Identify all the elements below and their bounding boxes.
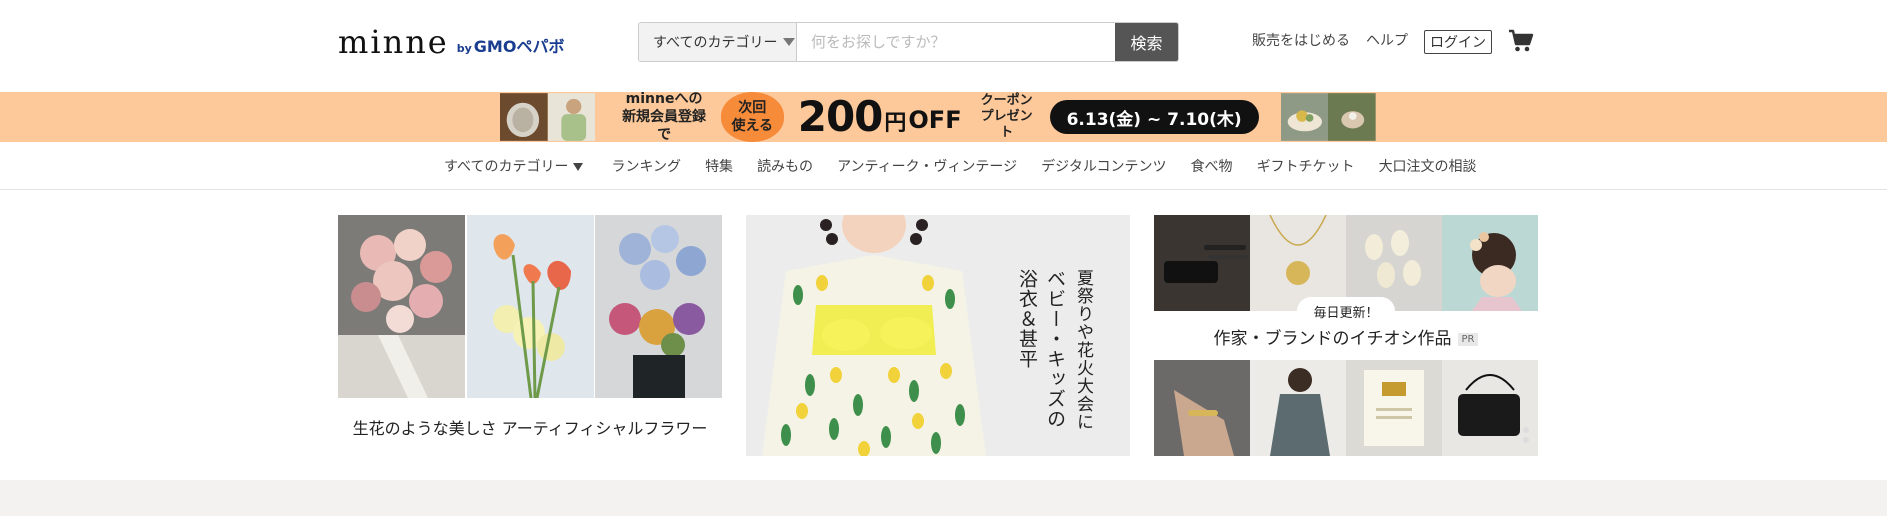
caret-down-icon — [573, 163, 584, 171]
category-nav-features[interactable]: 特集 — [705, 156, 733, 176]
category-nav-bulk-order[interactable]: 大口注文の相談 — [1379, 156, 1477, 176]
promo-signup-text: minneへの 新規会員登録で — [617, 90, 710, 144]
feature-yukata-line2: ベビー・キッズの — [1044, 269, 1066, 429]
promo-coupon-line2: プレゼント — [980, 109, 1033, 140]
promo-banner[interactable]: minneへの 新規会員登録で 次回 使える 200 円 OFF クーポン プレ… — [0, 90, 1887, 144]
promo-photo-glass — [500, 93, 548, 141]
promo-circle-line2: 使える — [731, 118, 774, 134]
search-input[interactable] — [797, 23, 1115, 61]
promo-dates: 6.13(金) ~ 7.10(木) — [1049, 100, 1259, 134]
feature-card-artificial-flowers[interactable]: 生花のような美しさ アーティフィシャルフラワー — [338, 215, 722, 456]
promo-coupon-text: クーポン プレゼント — [976, 93, 1038, 141]
creator-picks-title: 作家・ブランドのイチオシ作品 PR — [1154, 324, 1538, 349]
pick-pen-case-image — [1154, 215, 1250, 311]
creator-picks-title-text: 作家・ブランドのイチオシ作品 — [1213, 329, 1452, 349]
promo-next-use-badge: 次回 使える — [720, 92, 784, 142]
start-selling-link[interactable]: 販売をはじめる — [1252, 30, 1350, 50]
minne-logo[interactable]: minne by GMOペパボ — [338, 26, 564, 58]
category-nav-food[interactable]: 食べ物 — [1191, 156, 1233, 176]
pick-hair-accessory-image — [1442, 215, 1538, 311]
category-nav-items: すべてのカテゴリー ランキング 特集 読みもの アンティーク・ヴィンテージ デジ… — [444, 142, 1477, 190]
search-button[interactable]: 検索 — [1115, 23, 1178, 61]
search-bar: すべてのカテゴリー 検索 — [638, 22, 1179, 62]
pick-certificate-image — [1346, 360, 1442, 456]
chevron-down-icon — [783, 38, 796, 46]
promo-banner-content: minneへの 新規会員登録で 次回 使える 200 円 OFF クーポン プレ… — [500, 90, 1376, 144]
promo-amount: 200 — [797, 92, 884, 141]
cart-icon[interactable] — [1508, 28, 1534, 54]
promo-line1: minneへの — [625, 91, 703, 107]
promo-photo-person — [547, 93, 596, 141]
orchid-arrangement-image — [595, 215, 722, 398]
category-nav-all-label: すべてのカテゴリー — [444, 159, 569, 175]
feature-yukata-line3: 浴衣＆甚平 — [1016, 269, 1038, 369]
feature-card-creator-picks[interactable]: 毎日更新！ 作家・ブランドのイチオシ作品 PR — [1154, 215, 1538, 456]
flower-bouquet-image — [338, 215, 465, 398]
logo-wordmark: minne — [338, 23, 449, 61]
pick-bag-image — [1442, 360, 1538, 456]
feature-card-kids-yukata[interactable]: 夏祭りや花火大会に ベビー・キッズの 浴衣＆甚平 — [746, 215, 1130, 456]
page-lower-band — [0, 480, 1887, 516]
category-nav-ranking[interactable]: ランキング — [611, 156, 681, 176]
promo-line2: 新規会員登録で — [622, 109, 707, 143]
promo-off: OFF — [908, 106, 962, 134]
promo-unit: 円 — [884, 111, 907, 136]
category-nav-digital-content[interactable]: デジタルコンテンツ — [1041, 156, 1166, 176]
pick-bracelet-image — [1154, 360, 1250, 456]
search-category-select[interactable]: すべてのカテゴリー — [639, 23, 797, 61]
logo-brand: GMOペパボ — [473, 37, 565, 56]
category-nav-antique-vintage[interactable]: アンティーク・ヴィンテージ — [837, 156, 1017, 176]
help-link[interactable]: ヘルプ — [1366, 30, 1408, 50]
promo-photo-dish — [1280, 93, 1329, 141]
promo-photo-ring — [1328, 93, 1376, 141]
promo-coupon-line1: クーポン — [980, 93, 1033, 108]
category-nav: すべてのカテゴリー ランキング 特集 読みもの アンティーク・ヴィンテージ デジ… — [0, 142, 1887, 190]
login-button[interactable]: ログイン — [1424, 30, 1492, 54]
feature-yukata-line1: 夏祭りや花火大会に — [1073, 269, 1093, 431]
category-nav-gift-ticket[interactable]: ギフトチケット — [1257, 156, 1355, 176]
daily-update-badge: 毎日更新！ — [1297, 297, 1395, 325]
site-header: minne by GMOペパボ すべてのカテゴリー 検索 販売をはじめる ヘルプ… — [0, 0, 1887, 92]
pr-badge: PR — [1457, 333, 1479, 346]
pick-kids-dress-image — [1250, 360, 1346, 456]
feature-caption-flowers: 生花のような美しさ アーティフィシャルフラワー — [352, 419, 708, 438]
calla-lily-image — [467, 215, 594, 398]
category-nav-articles[interactable]: 読みもの — [757, 156, 813, 176]
category-nav-all[interactable]: すべてのカテゴリー — [444, 156, 584, 176]
promo-circle-line1: 次回 — [738, 100, 767, 116]
search-category-label: すべてのカテゴリー — [653, 35, 778, 51]
logo-by: by — [456, 42, 472, 55]
